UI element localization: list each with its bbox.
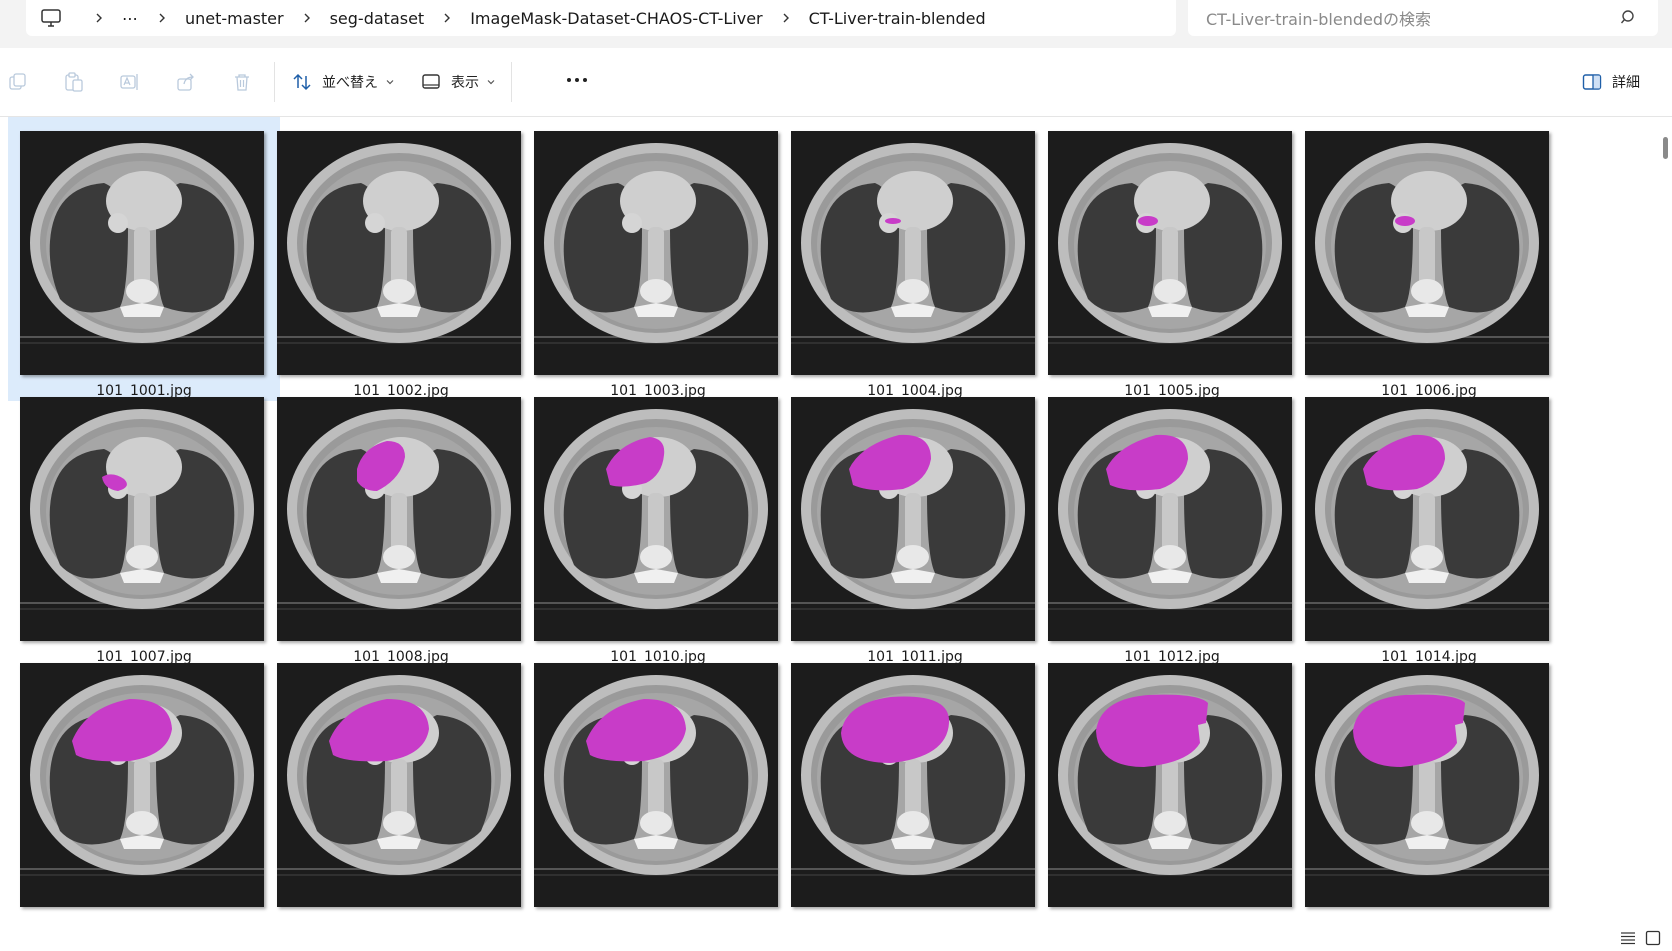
share-icon[interactable]	[175, 71, 197, 93]
image-thumbnail[interactable]	[277, 131, 521, 375]
image-thumbnail[interactable]	[1305, 397, 1549, 641]
image-thumbnail[interactable]	[791, 397, 1035, 641]
image-thumbnail[interactable]	[1048, 397, 1292, 641]
toolbar-divider	[274, 62, 275, 102]
image-thumbnail[interactable]	[791, 131, 1035, 375]
file-item[interactable]: 101_1014.jpg	[1293, 383, 1565, 667]
toolbar-divider	[511, 62, 512, 102]
sort-label: 並べ替え	[322, 75, 378, 91]
file-item[interactable]	[265, 649, 537, 925]
search-placeholder: CT-Liver-train-blendedの検索	[1206, 10, 1432, 29]
command-bar: 並べ替え 表示 詳細	[0, 48, 1672, 117]
vertical-scrollbar[interactable]	[1656, 117, 1672, 925]
image-thumbnail[interactable]	[534, 663, 778, 907]
view-icon	[422, 74, 440, 89]
file-item[interactable]: 101_1006.jpg	[1293, 117, 1565, 401]
file-grid: 101_1001.jpg 101_1002.jpg 101_1003.jpg 1…	[0, 117, 1650, 925]
more-options-icon[interactable]	[566, 76, 588, 84]
paste-icon[interactable]	[63, 71, 85, 93]
image-thumbnail[interactable]	[20, 397, 264, 641]
file-item[interactable]: 101_1008.jpg	[265, 383, 537, 667]
details-pane-icon	[1582, 74, 1602, 90]
thumbnail-view-icon[interactable]	[1645, 930, 1661, 946]
sort-button[interactable]: 並べ替え	[292, 70, 404, 94]
breadcrumb-segment-current[interactable]: CT-Liver-train-blended	[809, 9, 986, 28]
view-button[interactable]: 表示	[421, 70, 505, 94]
delete-icon[interactable]	[231, 71, 253, 93]
file-item[interactable]: 101_1007.jpg	[8, 383, 280, 667]
file-item[interactable]	[8, 649, 280, 925]
file-item[interactable]: 101_1002.jpg	[265, 117, 537, 401]
scrollbar-thumb[interactable]	[1663, 137, 1668, 159]
file-item[interactable]: 101_1003.jpg	[522, 117, 794, 401]
breadcrumb-overflow[interactable]: ⋯	[122, 9, 139, 28]
file-item[interactable]: 101_1001.jpg	[8, 117, 280, 401]
file-item[interactable]	[779, 649, 1051, 925]
file-item[interactable]	[1293, 649, 1565, 925]
rename-icon[interactable]	[119, 71, 141, 93]
chevron-down-icon	[487, 80, 495, 85]
file-item[interactable]: 101_1004.jpg	[779, 117, 1051, 401]
chevron-right-icon[interactable]	[779, 11, 793, 25]
chevron-right-icon[interactable]	[300, 11, 314, 25]
file-item[interactable]	[1036, 649, 1308, 925]
status-bar	[0, 925, 1672, 951]
image-thumbnail[interactable]	[1048, 131, 1292, 375]
image-thumbnail[interactable]	[1048, 663, 1292, 907]
file-item[interactable]: 101_1012.jpg	[1036, 383, 1308, 667]
breadcrumb-segment[interactable]: unet-master	[185, 9, 284, 28]
chevron-down-icon	[386, 80, 394, 85]
image-thumbnail[interactable]	[277, 663, 521, 907]
details-view-icon[interactable]	[1620, 931, 1636, 945]
chevron-right-icon[interactable]	[92, 11, 106, 25]
file-item[interactable]: 101_1011.jpg	[779, 383, 1051, 667]
sort-icon	[293, 73, 311, 91]
view-label: 表示	[451, 75, 479, 91]
copy-icon[interactable]	[7, 71, 29, 93]
image-thumbnail[interactable]	[1305, 131, 1549, 375]
image-thumbnail[interactable]	[20, 131, 264, 375]
breadcrumb[interactable]: ⋯ unet-master seg-dataset ImageMask-Data…	[26, 0, 1176, 36]
details-label: 詳細	[1612, 75, 1640, 91]
computer-icon[interactable]	[40, 7, 62, 29]
image-thumbnail[interactable]	[1305, 663, 1549, 907]
search-input[interactable]: CT-Liver-train-blendedの検索	[1188, 0, 1658, 36]
file-item[interactable]: 101_1010.jpg	[522, 383, 794, 667]
file-item[interactable]	[522, 649, 794, 925]
breadcrumb-segment[interactable]: seg-dataset	[330, 9, 425, 28]
image-thumbnail[interactable]	[20, 663, 264, 907]
image-thumbnail[interactable]	[534, 397, 778, 641]
details-pane-button[interactable]: 詳細	[1582, 70, 1640, 94]
address-bar-region: ⋯ unet-master seg-dataset ImageMask-Data…	[0, 0, 1672, 49]
file-item[interactable]: 101_1005.jpg	[1036, 117, 1308, 401]
breadcrumb-segment[interactable]: ImageMask-Dataset-CHAOS-CT-Liver	[470, 9, 762, 28]
image-thumbnail[interactable]	[791, 663, 1035, 907]
chevron-right-icon[interactable]	[155, 11, 169, 25]
image-thumbnail[interactable]	[277, 397, 521, 641]
chevron-right-icon[interactable]	[440, 11, 454, 25]
image-thumbnail[interactable]	[534, 131, 778, 375]
search-icon[interactable]	[1620, 9, 1638, 27]
